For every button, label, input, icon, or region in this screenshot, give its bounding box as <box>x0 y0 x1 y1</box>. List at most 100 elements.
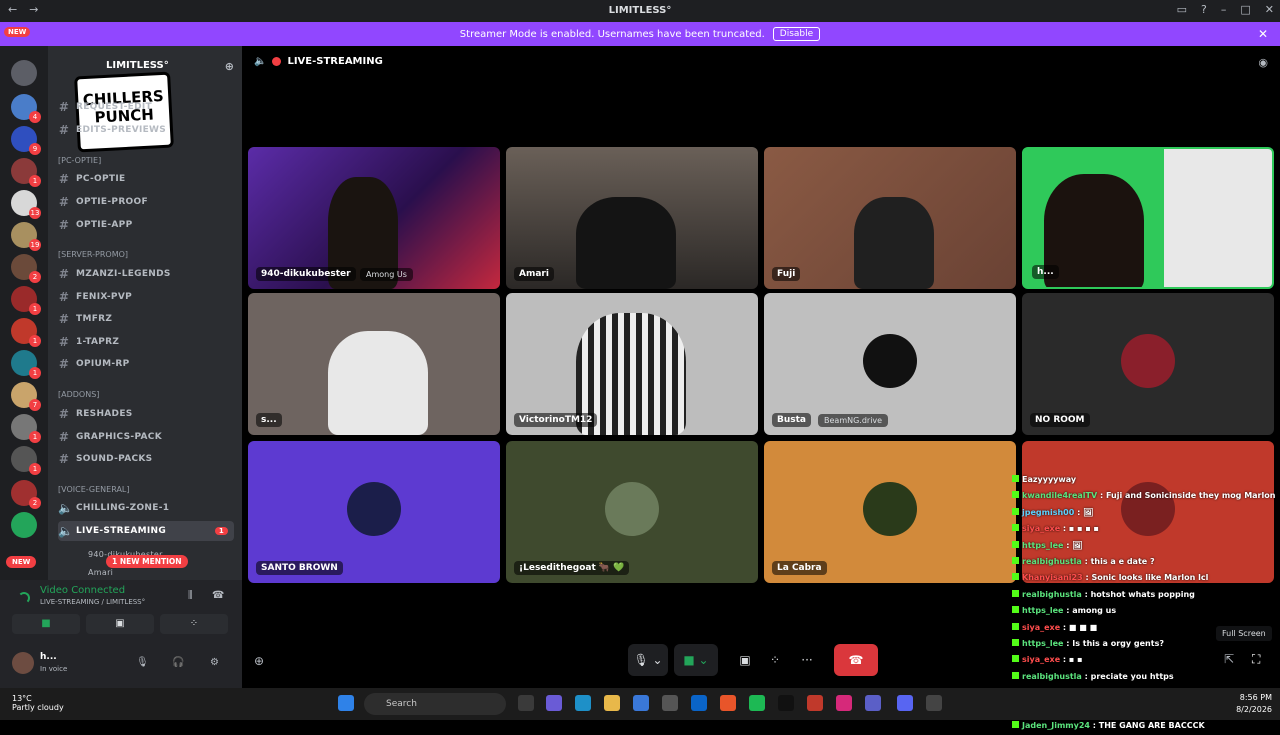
category-pc-optie[interactable]: [PC-OPTIE] <box>58 156 101 165</box>
server-icon[interactable] <box>11 512 37 538</box>
connection-icon[interactable] <box>18 592 30 604</box>
server-icon[interactable]: 13 <box>11 190 41 219</box>
mute-button[interactable]: 🎙 ⌄ <box>628 644 668 676</box>
video-tile[interactable]: Fuji <box>764 147 1016 289</box>
channel-opium-rp[interactable]: # OPIUM-RP <box>58 354 234 374</box>
file-explorer-icon[interactable] <box>604 695 620 711</box>
category-voice-general[interactable]: [VOICE-GENERAL] <box>58 485 130 494</box>
activities-button[interactable]: ⁘ <box>762 644 788 676</box>
video-tile[interactable]: La Cabra <box>764 441 1016 583</box>
add-member-icon[interactable]: ⊕ <box>225 60 234 73</box>
channel-request-edit[interactable]: # REQUEST-EDIT <box>58 97 234 117</box>
spotify-icon[interactable] <box>749 695 765 711</box>
activity-tag: Among Us <box>360 268 413 281</box>
more-options-button[interactable]: ··· <box>794 644 820 676</box>
category-addons[interactable]: [ADDONS] <box>58 390 99 399</box>
channel-sound-packs[interactable]: # SOUND-PACKS <box>58 449 234 469</box>
inbox-icon[interactable]: ▭ <box>1177 3 1187 16</box>
add-people-icon[interactable]: ⊕ <box>254 654 264 668</box>
weather-widget[interactable]: 13°C Partly cloudy <box>12 694 64 712</box>
obs-icon[interactable] <box>926 695 942 711</box>
server-icon[interactable]: 1 <box>11 414 41 443</box>
video-tile[interactable]: Busta BeamNG.drive <box>764 293 1016 435</box>
gear-icon[interactable]: ⚙ <box>210 657 219 668</box>
channel-optie-app[interactable]: # OPTIE-APP <box>58 215 234 235</box>
brave-icon[interactable] <box>720 695 736 711</box>
edge-icon[interactable] <box>575 695 591 711</box>
channel-mzanzi-legends[interactable]: # MZANZI-LEGENDS <box>58 264 234 284</box>
new-badge[interactable]: NEW <box>6 556 37 568</box>
m365-icon[interactable] <box>662 695 678 711</box>
channel-optie-proof[interactable]: # OPTIE-PROOF <box>58 192 234 212</box>
help-icon[interactable]: ? <box>1201 3 1207 16</box>
video-tile[interactable]: NO ROOM <box>1022 293 1274 435</box>
participant-video <box>1044 174 1144 287</box>
search-input[interactable]: Search <box>364 693 506 715</box>
disable-streamer-button[interactable]: Disable <box>772 27 821 41</box>
channel-live-streaming[interactable]: 🔈 LIVE-STREAMING 1 <box>58 521 234 541</box>
category-server-promo[interactable]: [SERVER-PROMO] <box>58 250 128 259</box>
outlook-icon[interactable] <box>691 695 707 711</box>
server-icon[interactable]: 1 <box>11 446 41 475</box>
video-tile[interactable]: ¡Lesedithegoat 🐂 💚 <box>506 441 758 583</box>
server-icon[interactable]: 2 <box>11 480 41 509</box>
channel-pc-optie[interactable]: # PC-OPTIE <box>58 169 234 189</box>
windows-start-icon[interactable] <box>338 695 354 711</box>
video-tile-speaking[interactable]: h... <box>1022 147 1274 289</box>
avatar <box>863 482 917 536</box>
channel-1-taprz[interactable]: #1-TAPRZ <box>58 332 234 352</box>
server-icon[interactable]: 1 <box>11 350 41 379</box>
video-tile[interactable]: s... <box>248 293 500 435</box>
voice-status[interactable]: Video Connected <box>40 585 125 596</box>
share-screen-button[interactable]: ▣ <box>732 644 758 676</box>
store-icon[interactable] <box>633 695 649 711</box>
headphones-icon[interactable]: 🎧 <box>172 657 184 668</box>
channel-edits-previews[interactable]: # EDITS-PREVIEWS <box>58 120 234 140</box>
disconnect-icon[interactable]: ☎ <box>212 590 224 601</box>
video-tile[interactable]: 940-dikukubester Among Us <box>248 147 500 289</box>
disconnect-button[interactable]: ☎ <box>834 644 878 676</box>
new-badge[interactable]: NEW <box>4 27 31 37</box>
server-icon[interactable]: 1 <box>11 318 41 347</box>
channel-fenix-pvp[interactable]: # FENIX-PVP <box>58 287 234 307</box>
server-icon[interactable]: 1 <box>11 158 41 187</box>
participant-name: ¡Lesedithegoat 🐂 💚 <box>514 561 630 575</box>
discord-icon[interactable] <box>897 695 913 711</box>
system-clock[interactable]: 8:56 PM 8/2/2026 <box>1236 692 1272 716</box>
close-icon[interactable]: ✕ <box>1258 27 1268 41</box>
server-icon[interactable]: 19 <box>11 222 41 251</box>
app-icon[interactable] <box>807 695 823 711</box>
tiktok-icon[interactable] <box>778 695 794 711</box>
camera-button[interactable]: ■ <box>12 614 80 634</box>
copilot-icon[interactable] <box>546 695 562 711</box>
video-tile[interactable]: Amari <box>506 147 758 289</box>
task-view-icon[interactable] <box>518 695 534 711</box>
server-icon[interactable]: 7 <box>11 382 41 411</box>
maximize-button[interactable]: □ <box>1240 3 1250 16</box>
microphone-icon[interactable]: 🎙 <box>136 657 149 668</box>
close-window-button[interactable]: ✕ <box>1265 3 1274 16</box>
voice-location[interactable]: LIVE-STREAMING / LIMITLESS° <box>40 598 145 606</box>
new-mention-pill[interactable]: 1 NEW MENTION <box>106 555 188 568</box>
server-icon[interactable]: 9 <box>11 126 41 155</box>
camera-toggle-button[interactable]: ■ ⌄ <box>674 644 718 676</box>
noise-suppression-icon[interactable]: ⫼ <box>188 590 193 601</box>
channel-reshades[interactable]: # RESHADES <box>58 404 234 424</box>
teams-icon[interactable] <box>865 695 881 711</box>
share-screen-button[interactable]: ▣ <box>86 614 154 634</box>
user-name[interactable]: h... <box>40 652 57 662</box>
video-tile[interactable]: SANTO BROWN <box>248 441 500 583</box>
server-icon[interactable] <box>11 60 37 86</box>
inbox-icon[interactable]: ◉ <box>1258 56 1268 69</box>
minimize-button[interactable]: – <box>1221 3 1227 16</box>
server-icon[interactable]: 1 <box>11 286 41 315</box>
channel-graphics-pack[interactable]: # GRAPHICS-PACK <box>58 427 234 447</box>
video-tile[interactable]: VictorinoTM12 <box>506 293 758 435</box>
channel-tmfrz[interactable]: # TMFRZ <box>58 309 234 329</box>
channel-chilling-zone[interactable]: 🔈 CHILLING-ZONE-1 <box>58 498 234 518</box>
avatar[interactable] <box>12 652 34 674</box>
instagram-icon[interactable] <box>836 695 852 711</box>
activities-button[interactable]: ⁘ <box>160 614 228 634</box>
server-icon[interactable]: 2 <box>11 254 41 283</box>
server-icon[interactable]: 4 <box>11 94 41 123</box>
